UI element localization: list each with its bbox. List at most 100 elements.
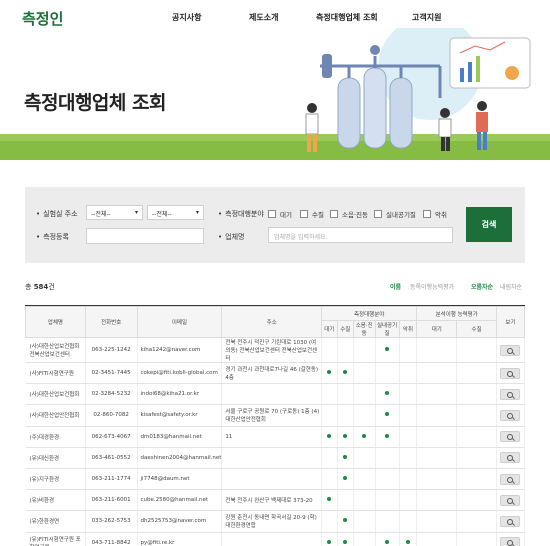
- table-row: (유)비환경 063-211-6001 cube.2580@hanmail.net 전…: [25, 489, 526, 512]
- check-dot-icon: [327, 539, 332, 544]
- table-row: (유)한환경연 033-262-5753 dh2525753@naver.com 강원…: [25, 510, 526, 533]
- address-cell: 강원 춘천시 동내면 학곡서길 20-9 (학) 대한환경연합: [221, 510, 322, 533]
- sort-by-name[interactable]: 이름: [390, 282, 401, 291]
- company-name-cell: (사)대한산업안전협회: [25, 404, 86, 427]
- nav-agency-search[interactable]: 측정대행업체 조회: [316, 12, 378, 23]
- check-dot-icon: [327, 433, 332, 438]
- phone-cell: 062-673-4067: [85, 426, 138, 448]
- field-mark-cell: [321, 337, 338, 363]
- nav-customer-support[interactable]: 고객지원: [412, 12, 441, 23]
- page-title: 측정대행업체 조회: [24, 92, 166, 114]
- field-mark-cell: [321, 362, 338, 385]
- field-mark-cell: [337, 510, 354, 533]
- check-dot-icon: [343, 370, 348, 375]
- checkbox-icon: [268, 210, 276, 218]
- view-cell: [496, 404, 526, 427]
- address-cell: [221, 468, 322, 491]
- check-dot-icon: [327, 370, 332, 375]
- field-mark-cell: [456, 337, 497, 363]
- field-mark-cell: [456, 383, 497, 406]
- field-mark-cell: [375, 447, 400, 469]
- phone-cell: 043-711-8842: [85, 532, 138, 546]
- field-mark-cell: [416, 447, 458, 469]
- view-detail-button[interactable]: [500, 515, 521, 527]
- address-select-province[interactable]: --전체-- ▾: [86, 205, 143, 220]
- check-dot-icon: [327, 497, 332, 502]
- field-mark-cell: [399, 447, 418, 469]
- field-mark-cell: [321, 447, 338, 469]
- view-detail-button[interactable]: [500, 388, 521, 400]
- view-detail-button[interactable]: [500, 473, 521, 485]
- field-mark-cell: [375, 510, 400, 533]
- check-dot-icon: [343, 539, 348, 544]
- address-cell: [221, 383, 322, 406]
- phone-cell: 033-262-5753: [85, 510, 138, 533]
- company-name-cell: (유)비환경: [25, 489, 86, 512]
- company-name-cell: (유)한환경연: [25, 510, 86, 533]
- nav-notice[interactable]: 공지사항: [172, 12, 201, 23]
- registration-input[interactable]: [86, 228, 204, 244]
- subcolumn-eval-water: 수질: [456, 320, 497, 338]
- field-checkbox-air[interactable]: 대기: [268, 209, 292, 219]
- phone-cell: 02-3451-7445: [85, 362, 138, 385]
- email-cell: dm0183@hanmail.net: [137, 426, 223, 448]
- chevron-down-icon: ▾: [134, 209, 138, 216]
- view-detail-button[interactable]: [500, 431, 521, 443]
- field-mark-cell: [337, 362, 354, 385]
- email-cell: py@fiti.re.kr: [137, 532, 223, 546]
- company-name-cell: (사)대한산업보건협회: [25, 383, 86, 406]
- field-checkbox-noise[interactable]: 소음·진동: [330, 209, 368, 219]
- company-name-input[interactable]: 업체명을 입력하세요.: [268, 227, 453, 243]
- view-cell: [496, 337, 526, 363]
- view-detail-button[interactable]: [500, 494, 521, 506]
- view-detail-button[interactable]: [500, 344, 521, 356]
- hero-illustration: [305, 28, 531, 152]
- field-mark-cell: [416, 532, 458, 546]
- address-cell: [221, 532, 322, 546]
- sort-ascending[interactable]: 오름차순: [471, 282, 493, 291]
- view-detail-button[interactable]: [500, 537, 521, 546]
- table-row: (유)FITI시험연구원 포항연구원043-711-8842py@fiti.re…: [25, 532, 526, 546]
- field-checkbox-water[interactable]: 수질: [300, 209, 324, 219]
- field-checkbox-odor[interactable]: 악취: [423, 209, 447, 219]
- field-mark-cell: [321, 468, 338, 491]
- field-mark-cell: [416, 468, 458, 491]
- search-button[interactable]: 검색: [466, 207, 512, 242]
- view-detail-button[interactable]: [500, 367, 521, 379]
- sort-descending[interactable]: 내림차순: [500, 282, 522, 291]
- phone-cell: 063-211-6001: [85, 489, 138, 512]
- field-mark-cell: [416, 426, 458, 448]
- view-detail-button[interactable]: [500, 409, 521, 421]
- field-mark-cell: [353, 426, 376, 448]
- address-cell: 경기 과천시 과천대로7나길 46 (갈현동) 4층: [221, 362, 322, 385]
- field-mark-cell: [416, 337, 458, 363]
- field-mark-cell: [353, 468, 376, 491]
- table-row: (주)대경환경 062-673-4067 dm0183@hanmail.net 11: [25, 426, 526, 448]
- check-dot-icon: [385, 412, 390, 417]
- email-cell: kiha1242@naver.com: [137, 337, 223, 363]
- table-row: (사)FITI시험연구원 02-3451-7445 cokepi@fiti.kobl…: [25, 362, 526, 385]
- table-row: (유)지구환경 063-211-1774 ji7748@daum.net: [25, 468, 526, 491]
- email-cell: indoi68@kiha21.or.kr: [137, 383, 223, 406]
- check-dot-icon: [385, 433, 390, 438]
- company-name-cell: (주)대경환경: [25, 426, 86, 448]
- company-name-cell: (사)대한산업보건협회 전북산업보건센터: [25, 337, 86, 363]
- address-select-city[interactable]: --전체-- ▾: [147, 205, 204, 220]
- column-company: 업체명: [25, 306, 86, 338]
- view-detail-button[interactable]: [500, 452, 521, 464]
- nav-system-intro[interactable]: 제도소개: [249, 12, 278, 23]
- view-cell: [496, 510, 526, 533]
- address-cell: 서울 구로구 공원로 70 (구로동) 1층 (4) 대한산업안전협회: [221, 404, 322, 427]
- address-cell: 전북 전주시 완산구 백제대로 373-20: [221, 489, 322, 512]
- table-row: (사)대한산업보건협회 전북산업보건센터 063-225-1242 kiha1242…: [25, 337, 526, 363]
- address-cell: 11: [221, 426, 322, 448]
- sort-by-evaluation[interactable]: 등록이행능력평가: [410, 282, 454, 291]
- company-name-cell: (유)대신환경: [25, 447, 86, 469]
- field-mark-cell: [337, 426, 354, 448]
- field-checkbox-indoor-air[interactable]: 실내공기질: [374, 209, 416, 219]
- check-dot-icon: [343, 433, 348, 438]
- checkbox-icon: [423, 210, 431, 218]
- check-dot-icon: [385, 391, 390, 396]
- site-logo[interactable]: 측정인: [22, 8, 63, 29]
- checkbox-icon: [300, 210, 308, 218]
